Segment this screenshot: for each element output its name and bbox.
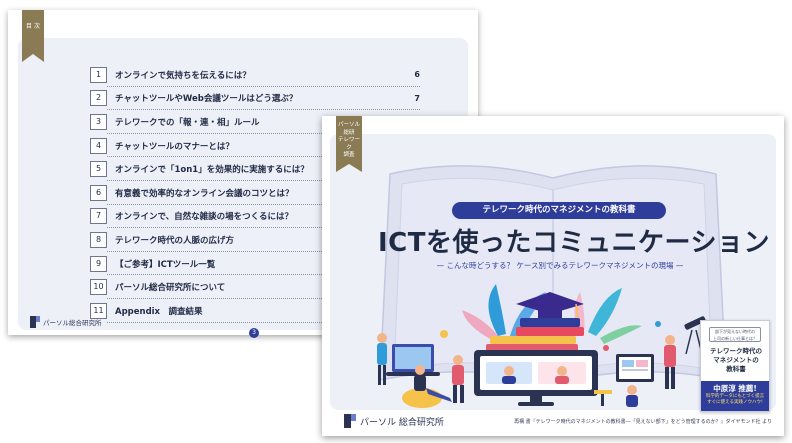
toc-item-number: 3 <box>90 113 107 130</box>
toc-ribbon-label: 目 次 <box>26 23 40 30</box>
toc-item-page: 7 <box>414 93 420 103</box>
toc-item-number: 8 <box>90 231 107 248</box>
book-cover-image: 部下が見えない時代の 上司の新しい仕事とは？ テレワーク時代の マネジメントの … <box>700 320 770 412</box>
cover-ribbon-line1: パーソル総研 <box>337 122 360 136</box>
book-tagline-line2: 上司の新しい仕事とは？ <box>713 335 757 341</box>
book-title-line1: テレワーク時代の <box>710 347 762 355</box>
toc-item-title: Appendix 調査結果 <box>115 306 203 317</box>
monitor-icon <box>474 350 598 406</box>
toc-item-title: テレワーク時代の人脈の広げ方 <box>115 235 235 246</box>
book-cover-title: テレワーク時代の マネジメントの 教科書 <box>705 347 767 374</box>
toc-item-number: 2 <box>90 90 107 107</box>
toc-item-number: 5 <box>90 161 107 178</box>
toc-item-title: 【ご参考】ICTツール一覧 <box>115 259 216 270</box>
toc-item-title: オンラインで「1on1」を効果的に実施するには？ <box>115 165 309 176</box>
toc-item-title: オンラインで、自然な雑談の場をつくるには？ <box>115 212 293 223</box>
book-cover-tagline: 部下が見えない時代の 上司の新しい仕事とは？ <box>709 327 761 342</box>
toc-item-number: 1 <box>90 66 107 83</box>
cover-ribbon-line3: 調査 <box>343 152 355 158</box>
cover-subtitle: — こんな時どうする？ ケース別でみるテレワークマネジメントの現場 — <box>436 261 684 270</box>
toc-item-title: オンラインで気持ちを伝えるには？ <box>115 70 251 81</box>
toc-item-title: チャットツールやWeb会議ツールはどう選ぶ？ <box>115 94 298 105</box>
book-band-main: 中原淳 推薦! <box>713 384 757 393</box>
persol-logo-icon <box>344 414 356 428</box>
cover-ribbon: パーソル総研 テレワーク 調査 <box>336 116 362 172</box>
toc-ribbon: 目 次 <box>22 10 44 62</box>
toc-logo-text: パーソル総合研究所 <box>43 319 102 327</box>
persol-logo-icon <box>30 316 40 328</box>
book-tagline-line1: 部下が見えない時代の <box>715 329 755 334</box>
toc-item-title: 有意義で効率的なオンライン会議のコツとは？ <box>115 188 294 199</box>
toc-item[interactable]: 1 オンラインで気持ちを伝えるには？ 6 <box>90 63 420 87</box>
cover-ribbon-line2: テレワーク <box>337 137 360 151</box>
book-title-line2: マネジメントの <box>713 356 759 364</box>
laptop-icon <box>386 344 440 376</box>
toc-logo: パーソル総合研究所 <box>30 316 102 328</box>
toc-item-title: パーソル総合研究所について <box>115 283 226 294</box>
toc-item-number: 9 <box>90 255 107 272</box>
toc-item-number: 6 <box>90 184 107 201</box>
toc-item-number: 10 <box>90 279 107 296</box>
toc-item-title: テレワークでの「報・連・相」ルール <box>115 117 260 128</box>
cover-logo-text: パーソル 総合研究所 <box>360 417 444 428</box>
cover-badge: テレワーク時代のマネジメントの教科書 <box>452 202 666 219</box>
toc-item-number: 4 <box>90 137 107 154</box>
cover-title: ICTを使ったコミュニケーション <box>378 228 770 258</box>
page-number-badge: 3 <box>249 328 259 338</box>
tablet-icon <box>616 354 654 382</box>
toc-item[interactable]: 2 チャットツールやWeb会議ツールはどう選ぶ？ 7 <box>90 87 420 111</box>
toc-item-page: 6 <box>414 70 420 80</box>
cover-caption: 再構 書『テレワーク時代のマネジメントの教科書―「見えない部下」をどう管理するの… <box>514 419 772 425</box>
book-title-line3: 教科書 <box>726 365 746 373</box>
book-cover-band: 中原淳 推薦! 科学的データにもとづく提言 すぐに使える実践ノウハウ! <box>701 381 769 411</box>
book-band-sub-line2: すぐに使える実践ノウハウ! <box>707 400 763 405</box>
team-illustration <box>377 284 706 408</box>
cover-slide: テレワーク時代のマネジメントの教科書 ICTを使ったコミュニケーション — こん… <box>322 116 784 436</box>
cover-logo: パーソル 総合研究所 <box>344 414 444 428</box>
toc-item-title: チャットツールのマナーとは？ <box>115 141 234 152</box>
toc-item-number: 7 <box>90 208 107 225</box>
